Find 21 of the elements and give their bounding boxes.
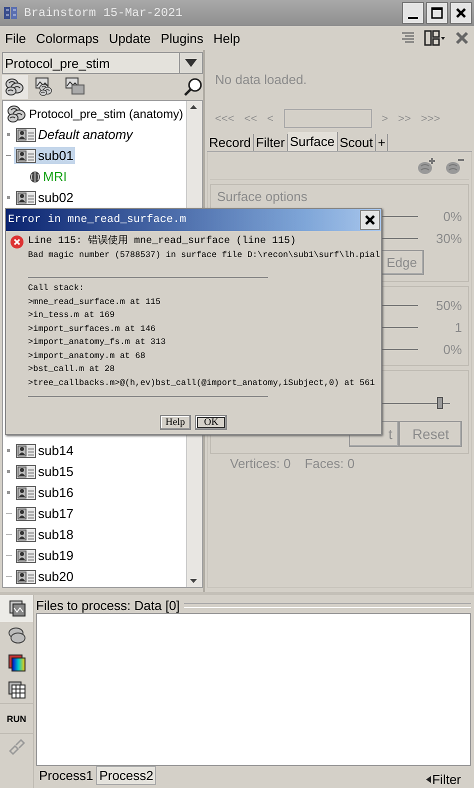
stack-line: >tree_callbacks.m>@(h,ev)bst_call(@import_anatomy,iSubject,0) at 561 xyxy=(28,376,375,390)
stack-line: >import_anatomy.m at 68 xyxy=(28,350,146,362)
info-text: Vertices: 0 xyxy=(230,456,291,471)
slider-value: 0% xyxy=(442,208,462,224)
stack-line: >bst_call.m at 28 xyxy=(28,363,115,376)
info-text: Faces: 0 xyxy=(304,456,355,471)
slider-value: 30% xyxy=(434,230,462,246)
slider-value: 50% xyxy=(434,298,462,312)
panel-title: Files to process: Data [0] xyxy=(36,598,180,612)
slider-value: 0% xyxy=(442,342,462,356)
stack-line: Call stack: xyxy=(28,282,84,295)
dialog-title: Error in mne_read_surface.m xyxy=(8,214,188,226)
stack-line: >import_anatomy_fs.m at 313 xyxy=(28,336,166,349)
stack-line: >in_tess.m at 169 xyxy=(28,309,115,322)
slider-value: 1 xyxy=(454,320,462,334)
stack-line: >mne_read_surface.m at 115 xyxy=(28,296,161,308)
window-title: Brainstorm 15-Mar-2021 xyxy=(24,6,184,20)
status-text: No data loaded. xyxy=(215,72,308,87)
stack-line: >import_surfaces.m at 146 xyxy=(28,322,156,336)
group-title: Surface options xyxy=(217,189,308,204)
error-message: Line 115: 错误使用 mne_read_surface (line 115) xyxy=(28,235,296,248)
